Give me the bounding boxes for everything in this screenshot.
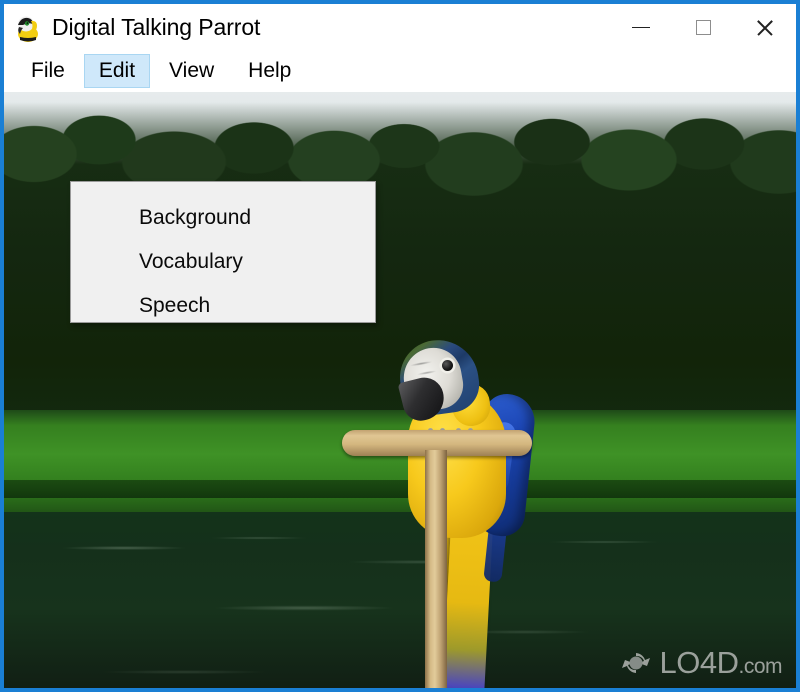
minimize-icon xyxy=(632,27,650,29)
menu-item-file[interactable]: File xyxy=(16,54,80,88)
menu-item-edit[interactable]: Edit xyxy=(84,54,150,88)
window-title: Digital Talking Parrot xyxy=(52,14,260,41)
menu-bar: File Edit View Help xyxy=(4,51,796,92)
application-window: Digital Talking Parrot File Edit View He… xyxy=(0,0,800,692)
title-bar: Digital Talking Parrot xyxy=(4,4,796,51)
edit-dropdown-menu[interactable]: Background Vocabulary Speech xyxy=(70,181,376,323)
menu-item-view[interactable]: View xyxy=(154,54,229,88)
menu-item-help[interactable]: Help xyxy=(233,54,306,88)
parrot-canvas[interactable]: LO4D.com Background Vocabulary Speech xyxy=(4,92,796,688)
menu-option-speech[interactable]: Speech xyxy=(71,284,375,328)
close-button[interactable] xyxy=(734,4,796,51)
menu-option-vocabulary[interactable]: Vocabulary xyxy=(71,240,375,284)
perch-post xyxy=(425,450,447,688)
parrot-icon xyxy=(14,13,44,43)
menu-option-background[interactable]: Background xyxy=(71,196,375,240)
maximize-icon xyxy=(696,20,711,35)
close-icon xyxy=(755,18,775,38)
window-controls xyxy=(610,4,796,51)
minimize-button[interactable] xyxy=(610,4,672,51)
maximize-button[interactable] xyxy=(672,4,734,51)
